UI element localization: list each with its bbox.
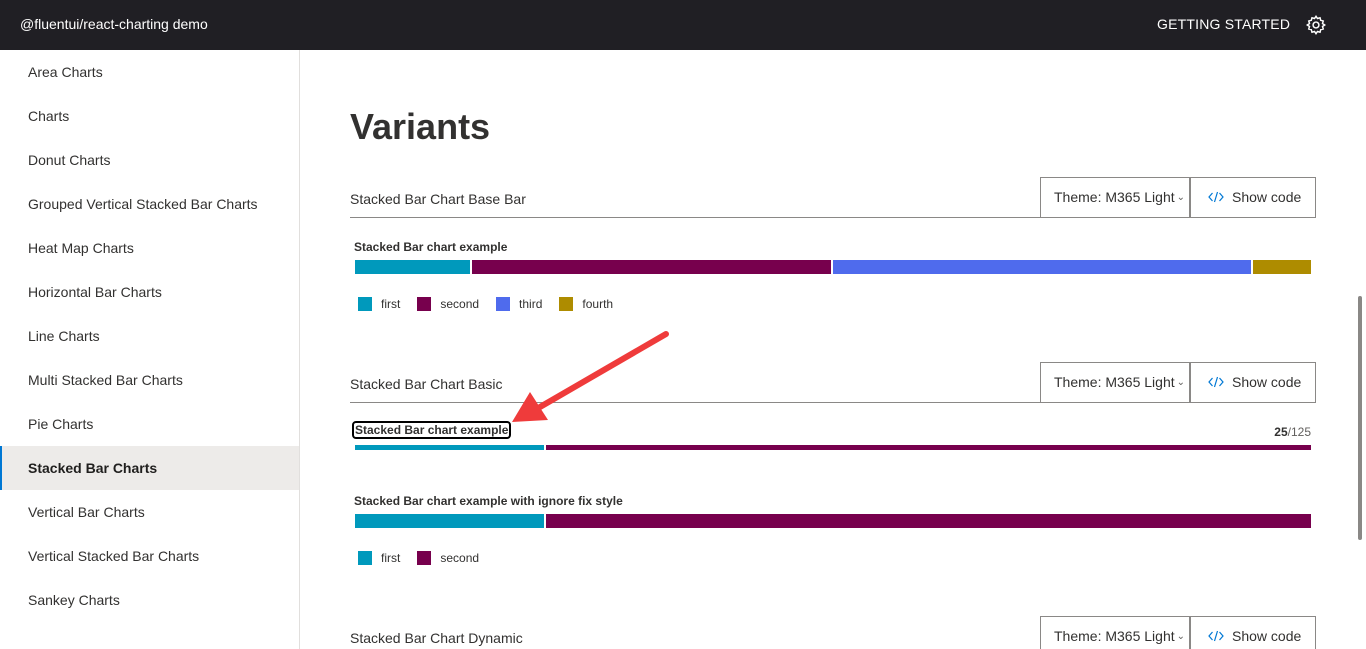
bar-segment-first[interactable] [355,260,470,274]
legend-label: first [381,297,401,311]
legend-label: first [381,551,401,565]
legend-swatch [417,551,432,565]
section-header-dynamic: Stacked Bar Chart Dynamic Theme: M365 Li… [350,616,1316,649]
ratio-denominator: /125 [1287,425,1311,439]
page-title: Variants [350,106,491,147]
sidebar-item-multi-stacked-bar-charts[interactable]: Multi Stacked Bar Charts [0,358,299,402]
code-icon [1208,630,1224,642]
chart-title[interactable]: Stacked Bar chart example [354,240,507,254]
theme-dropdown[interactable]: Theme: M365 Light ⌄ [1040,362,1190,403]
theme-dropdown[interactable]: Theme: M365 Light ⌄ [1040,616,1190,649]
top-bar: @fluentui/react-charting demo GETTING ST… [0,0,1366,50]
sidebar-item-line-charts[interactable]: Line Charts [0,314,299,358]
stacked-bar [355,514,1311,528]
sidebar-item-area-charts[interactable]: Area Charts [0,50,299,94]
bar-segment-fourth[interactable] [1252,260,1311,274]
theme-label: Theme: M365 Light [1054,628,1175,644]
show-code-label: Show code [1232,189,1302,205]
section-header-base-bar: Stacked Bar Chart Base Bar Theme: M365 L… [350,177,1316,218]
section-title: Stacked Bar Chart Basic [350,376,503,392]
chevron-down-icon: ⌄ [1176,631,1185,642]
legend-item-second[interactable]: second [417,550,479,566]
legend-label: second [440,297,480,311]
legend-swatch [559,297,574,311]
legend-item-third[interactable]: third [496,296,542,312]
getting-started-link[interactable]: GETTING STARTED [1157,16,1290,32]
chart-title[interactable]: Stacked Bar chart example with ignore fi… [354,494,623,508]
gear-icon[interactable] [1305,14,1327,36]
section-header-basic: Stacked Bar Chart Basic Theme: M365 Ligh… [350,362,1316,403]
stacked-bar [355,260,1311,274]
sidebar-item-vertical-stacked-bar-charts[interactable]: Vertical Stacked Bar Charts [0,534,299,578]
bar-segment-first[interactable] [355,514,545,528]
section-title: Stacked Bar Chart Base Bar [350,191,526,207]
theme-dropdown[interactable]: Theme: M365 Light ⌄ [1040,177,1190,218]
show-code-button[interactable]: Show code [1190,177,1316,218]
legend-item-first[interactable]: first [358,296,400,312]
theme-label: Theme: M365 Light [1054,189,1175,205]
legend-item-first[interactable]: first [358,550,400,566]
bar-segment-second[interactable] [546,445,1311,450]
sidebar-item-horizontal-bar-charts[interactable]: Horizontal Bar Charts [0,270,299,314]
code-icon [1208,191,1224,203]
main-content: Variants Stacked Bar Chart Base Bar Them… [300,50,1356,649]
show-code-label: Show code [1232,628,1302,644]
bar-segment-third[interactable] [833,260,1251,274]
show-code-button[interactable]: Show code [1190,362,1316,403]
sidebar-item-charts[interactable]: Charts [0,94,299,138]
sidebar-item-pie-charts[interactable]: Pie Charts [0,402,299,446]
show-code-label: Show code [1232,374,1302,390]
chevron-down-icon: ⌄ [1176,377,1185,388]
legend-item-fourth[interactable]: fourth [559,296,613,312]
legend-swatch [417,297,432,311]
legend-label: third [519,297,543,311]
ratio-numerator: 25 [1274,425,1288,439]
legend-swatch [358,297,372,311]
legend-label: fourth [582,297,614,311]
chart-title-focused[interactable]: Stacked Bar chart example [351,421,512,439]
sidebar-item-sankey-charts[interactable]: Sankey Charts [0,578,299,622]
bar-segment-second[interactable] [471,260,831,274]
show-code-button[interactable]: Show code [1190,616,1316,649]
chart-legend: first second third fourth [358,296,630,312]
app-title[interactable]: @fluentui/react-charting demo [20,16,208,32]
sidebar-item-vertical-bar-charts[interactable]: Vertical Bar Charts [0,490,299,534]
bar-segment-second[interactable] [546,514,1311,528]
legend-label: second [440,551,480,565]
legend-swatch [496,297,511,311]
sidebar-item-donut-charts[interactable]: Donut Charts [0,138,299,182]
sidebar-item-grouped-vertical-stacked-bar-charts[interactable]: Grouped Vertical Stacked Bar Charts [0,182,299,226]
scrollbar-thumb[interactable] [1358,296,1362,540]
section-title: Stacked Bar Chart Dynamic [350,630,523,646]
chevron-down-icon: ⌄ [1176,192,1185,203]
code-icon [1208,376,1224,388]
sidebar-item-heat-map-charts[interactable]: Heat Map Charts [0,226,299,270]
chart-ratio: 25/125 [1274,425,1311,439]
stacked-bar [355,445,1311,450]
legend-swatch [358,551,372,565]
legend-item-second[interactable]: second [417,296,479,312]
theme-label: Theme: M365 Light [1054,374,1175,390]
chart-legend: first second [358,550,496,566]
bar-segment-first[interactable] [355,445,545,450]
sidebar-item-stacked-bar-charts[interactable]: Stacked Bar Charts [0,446,299,490]
sidebar-nav: Area Charts Charts Donut Charts Grouped … [0,50,300,649]
